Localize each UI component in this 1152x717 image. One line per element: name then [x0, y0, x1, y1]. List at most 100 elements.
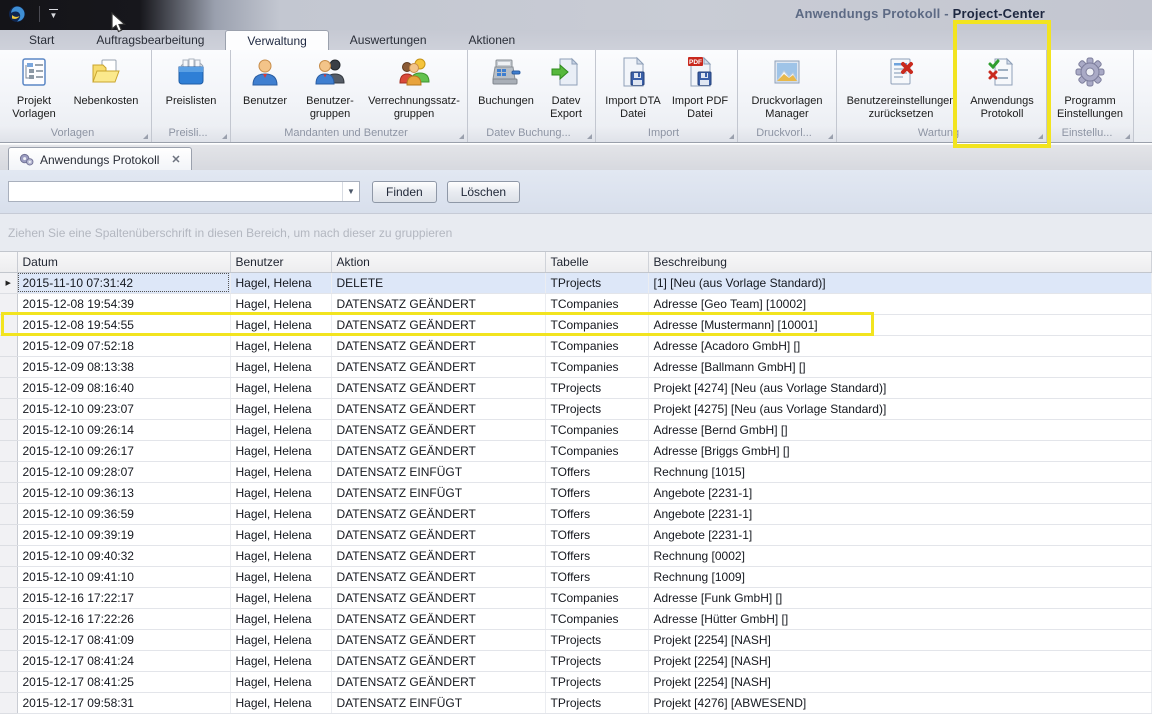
- cell-tabelle[interactable]: TCompanies: [545, 440, 648, 461]
- cell-aktion[interactable]: DATENSATZ GEÄNDERT: [331, 314, 545, 335]
- cell-aktion[interactable]: DATENSATZ GEÄNDERT: [331, 335, 545, 356]
- cell-beschreibung[interactable]: Projekt [4274] [Neu (aus Vorlage Standar…: [648, 377, 1152, 398]
- dialog-launcher-icon[interactable]: [729, 134, 734, 139]
- table-row[interactable]: 2015-12-10 09:23:07Hagel, HelenaDATENSAT…: [0, 398, 1152, 419]
- cell-aktion[interactable]: DATENSATZ GEÄNDERT: [331, 545, 545, 566]
- ribbon-button-benutzereinstellungen-zuruecksetzen[interactable]: Benutzereinstellungen zurücksetzen: [842, 53, 960, 122]
- cell-aktion[interactable]: DATENSATZ EINFÜGT: [331, 482, 545, 503]
- cell-tabelle[interactable]: TOffers: [545, 482, 648, 503]
- cell-tabelle[interactable]: TCompanies: [545, 608, 648, 629]
- table-row[interactable]: 2015-12-17 09:58:31Hagel, HelenaDATENSAT…: [0, 692, 1152, 713]
- document-tab-anwendungs-protokoll[interactable]: Anwendungs Protokoll ✕: [8, 147, 192, 171]
- chevron-down-icon[interactable]: ▼: [342, 182, 359, 201]
- cell-tabelle[interactable]: TOffers: [545, 566, 648, 587]
- cell-beschreibung[interactable]: Rechnung [1015]: [648, 461, 1152, 482]
- tab-aktionen[interactable]: Aktionen: [448, 30, 537, 50]
- cell-datum[interactable]: 2015-12-08 19:54:39: [17, 293, 230, 314]
- cell-datum[interactable]: 2015-12-10 09:26:17: [17, 440, 230, 461]
- column-header-tabelle[interactable]: Tabelle: [545, 252, 648, 272]
- cell-tabelle[interactable]: TOffers: [545, 461, 648, 482]
- cell-beschreibung[interactable]: Adresse [Acadoro GmbH] []: [648, 335, 1152, 356]
- cell-tabelle[interactable]: TProjects: [545, 377, 648, 398]
- table-row[interactable]: 2015-12-16 17:22:17Hagel, HelenaDATENSAT…: [0, 587, 1152, 608]
- cell-benutzer[interactable]: Hagel, Helena: [230, 398, 331, 419]
- cell-benutzer[interactable]: Hagel, Helena: [230, 440, 331, 461]
- cell-aktion[interactable]: DATENSATZ EINFÜGT: [331, 461, 545, 482]
- ribbon-button-preislisten[interactable]: Preislisten: [157, 53, 225, 109]
- cell-beschreibung[interactable]: Rechnung [1009]: [648, 566, 1152, 587]
- cell-datum[interactable]: 2015-12-09 08:13:38: [17, 356, 230, 377]
- find-button[interactable]: Finden: [372, 181, 437, 203]
- cell-benutzer[interactable]: Hagel, Helena: [230, 608, 331, 629]
- cell-beschreibung[interactable]: Rechnung [0002]: [648, 545, 1152, 566]
- cell-benutzer[interactable]: Hagel, Helena: [230, 692, 331, 713]
- cell-benutzer[interactable]: Hagel, Helena: [230, 314, 331, 335]
- cell-datum[interactable]: 2015-12-10 09:26:14: [17, 419, 230, 440]
- chevron-down-icon[interactable]: ▼: [49, 9, 58, 20]
- table-row[interactable]: 2015-12-09 07:52:18Hagel, HelenaDATENSAT…: [0, 335, 1152, 356]
- cell-datum[interactable]: 2015-12-08 19:54:55: [17, 314, 230, 335]
- cell-benutzer[interactable]: Hagel, Helena: [230, 545, 331, 566]
- cell-tabelle[interactable]: TCompanies: [545, 419, 648, 440]
- cell-benutzer[interactable]: Hagel, Helena: [230, 650, 331, 671]
- cell-benutzer[interactable]: Hagel, Helena: [230, 503, 331, 524]
- ribbon-button-programm-einstellungen[interactable]: Programm Einstellungen: [1052, 53, 1128, 122]
- cell-aktion[interactable]: DATENSATZ GEÄNDERT: [331, 377, 545, 398]
- cell-datum[interactable]: 2015-12-17 08:41:24: [17, 650, 230, 671]
- table-row[interactable]: 2015-12-10 09:36:59Hagel, HelenaDATENSAT…: [0, 503, 1152, 524]
- cell-datum[interactable]: 2015-12-17 09:58:31: [17, 692, 230, 713]
- cell-datum[interactable]: 2015-12-17 08:41:09: [17, 629, 230, 650]
- cell-benutzer[interactable]: Hagel, Helena: [230, 629, 331, 650]
- table-row[interactable]: 2015-12-08 19:54:55Hagel, HelenaDATENSAT…: [0, 314, 1152, 335]
- cell-aktion[interactable]: DATENSATZ GEÄNDERT: [331, 419, 545, 440]
- cell-beschreibung[interactable]: Projekt [2254] [NASH]: [648, 671, 1152, 692]
- column-header-datum[interactable]: Datum: [17, 252, 230, 272]
- cell-aktion[interactable]: DELETE: [331, 272, 545, 293]
- dialog-launcher-icon[interactable]: [828, 134, 833, 139]
- cell-beschreibung[interactable]: Adresse [Hütter GmbH] []: [648, 608, 1152, 629]
- cell-datum[interactable]: 2015-12-10 09:41:10: [17, 566, 230, 587]
- table-row[interactable]: 2015-12-08 19:54:39Hagel, HelenaDATENSAT…: [0, 293, 1152, 314]
- table-row[interactable]: 2015-12-10 09:28:07Hagel, HelenaDATENSAT…: [0, 461, 1152, 482]
- dialog-launcher-icon[interactable]: [143, 134, 148, 139]
- cell-datum[interactable]: 2015-12-10 09:36:13: [17, 482, 230, 503]
- ribbon-button-benutzer[interactable]: Benutzer: [236, 53, 294, 109]
- table-row[interactable]: ▶2015-11-10 07:31:42Hagel, HelenaDELETET…: [0, 272, 1152, 293]
- cell-tabelle[interactable]: TProjects: [545, 671, 648, 692]
- cell-tabelle[interactable]: TCompanies: [545, 587, 648, 608]
- search-combobox[interactable]: ▼: [8, 181, 360, 202]
- cell-benutzer[interactable]: Hagel, Helena: [230, 356, 331, 377]
- cell-tabelle[interactable]: TOffers: [545, 503, 648, 524]
- cell-benutzer[interactable]: Hagel, Helena: [230, 671, 331, 692]
- table-row[interactable]: 2015-12-10 09:40:32Hagel, HelenaDATENSAT…: [0, 545, 1152, 566]
- cell-tabelle[interactable]: TProjects: [545, 398, 648, 419]
- cell-datum[interactable]: 2015-12-10 09:36:59: [17, 503, 230, 524]
- cell-benutzer[interactable]: Hagel, Helena: [230, 293, 331, 314]
- dialog-launcher-icon[interactable]: [587, 134, 592, 139]
- cell-tabelle[interactable]: TOffers: [545, 545, 648, 566]
- cell-beschreibung[interactable]: Angebote [2231-1]: [648, 482, 1152, 503]
- cell-datum[interactable]: 2015-12-10 09:40:32: [17, 545, 230, 566]
- cell-datum[interactable]: 2015-12-10 09:28:07: [17, 461, 230, 482]
- column-header-benutzer[interactable]: Benutzer: [230, 252, 331, 272]
- cell-beschreibung[interactable]: Angebote [2231-1]: [648, 524, 1152, 545]
- tab-start[interactable]: Start: [8, 30, 75, 50]
- column-header-aktion[interactable]: Aktion: [331, 252, 545, 272]
- cell-tabelle[interactable]: TCompanies: [545, 314, 648, 335]
- ribbon-button-verrechnungssatzgruppen[interactable]: Verrechnungssatz-gruppen: [366, 53, 462, 122]
- ribbon-button-druckvorlagen-manager[interactable]: Druckvorlagen Manager: [743, 53, 831, 122]
- cell-beschreibung[interactable]: Projekt [2254] [NASH]: [648, 629, 1152, 650]
- cell-beschreibung[interactable]: Projekt [4275] [Neu (aus Vorlage Standar…: [648, 398, 1152, 419]
- cell-benutzer[interactable]: Hagel, Helena: [230, 566, 331, 587]
- tab-auswertungen[interactable]: Auswertungen: [329, 30, 448, 50]
- cell-tabelle[interactable]: TProjects: [545, 272, 648, 293]
- group-by-panel[interactable]: Ziehen Sie eine Spaltenüberschrift in di…: [0, 214, 1152, 252]
- cell-aktion[interactable]: DATENSATZ GEÄNDERT: [331, 566, 545, 587]
- cell-tabelle[interactable]: TProjects: [545, 650, 648, 671]
- ribbon-button-buchungen[interactable]: Buchungen: [473, 53, 539, 109]
- cell-aktion[interactable]: DATENSATZ GEÄNDERT: [331, 293, 545, 314]
- dialog-launcher-icon[interactable]: [222, 134, 227, 139]
- table-row[interactable]: 2015-12-10 09:26:17Hagel, HelenaDATENSAT…: [0, 440, 1152, 461]
- cell-benutzer[interactable]: Hagel, Helena: [230, 419, 331, 440]
- cell-tabelle[interactable]: TProjects: [545, 692, 648, 713]
